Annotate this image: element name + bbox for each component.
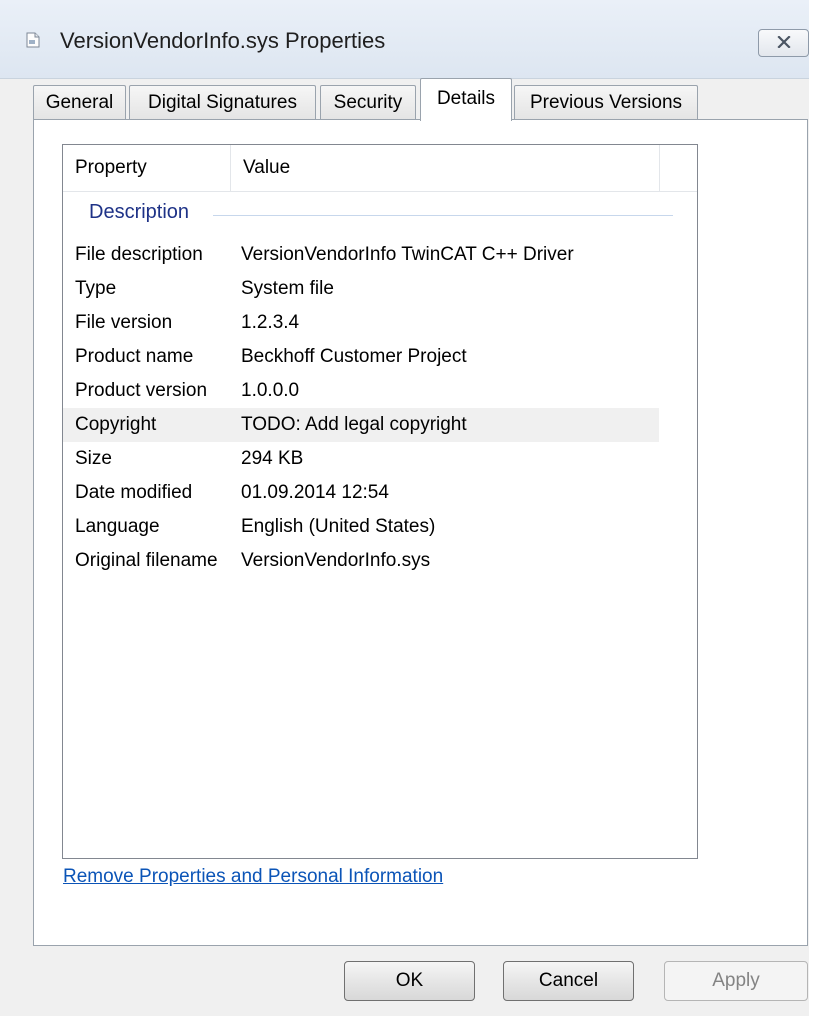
cancel-button[interactable]: Cancel bbox=[503, 961, 634, 1001]
details-panel: Property Value Description File descript… bbox=[33, 119, 808, 946]
list-item[interactable]: Original filename VersionVendorInfo.sys bbox=[63, 544, 659, 578]
window-title: VersionVendorInfo.sys Properties bbox=[60, 28, 386, 53]
tab-general[interactable]: General bbox=[33, 85, 126, 120]
group-divider bbox=[213, 215, 673, 216]
tab-details[interactable]: Details bbox=[420, 78, 512, 121]
property-value: Beckhoff Customer Project bbox=[241, 346, 467, 367]
property-name: File description bbox=[75, 244, 203, 265]
list-item[interactable]: Date modified 01.09.2014 12:54 bbox=[63, 476, 659, 510]
list-item[interactable]: Product name Beckhoff Customer Project bbox=[63, 340, 659, 374]
property-name: Product name bbox=[75, 346, 194, 367]
property-name: Size bbox=[75, 448, 112, 469]
properties-listview[interactable]: Property Value Description File descript… bbox=[62, 144, 698, 859]
background-edge bbox=[809, 0, 823, 1016]
column-header-value[interactable]: Value bbox=[231, 145, 660, 191]
title-bar: VersionVendorInfo.sys Properties bbox=[0, 0, 809, 79]
list-item[interactable]: Type System file bbox=[63, 272, 659, 306]
property-name: Type bbox=[75, 278, 117, 299]
property-value: VersionVendorInfo TwinCAT C++ Driver bbox=[241, 244, 574, 265]
property-value: 1.2.3.4 bbox=[241, 312, 300, 333]
close-button[interactable] bbox=[758, 29, 809, 57]
tab-previous-versions[interactable]: Previous Versions bbox=[514, 85, 698, 120]
ok-button[interactable]: OK bbox=[344, 961, 475, 1001]
file-icon bbox=[26, 32, 40, 48]
property-name: Date modified bbox=[75, 482, 193, 503]
remove-properties-link[interactable]: Remove Properties and Personal Informati… bbox=[63, 866, 443, 888]
list-item[interactable]: Language English (United States) bbox=[63, 510, 659, 544]
property-name: Original filename bbox=[75, 550, 218, 571]
property-value: 01.09.2014 12:54 bbox=[241, 482, 389, 503]
property-value: TODO: Add legal copyright bbox=[241, 414, 467, 435]
tab-security[interactable]: Security bbox=[320, 85, 416, 120]
property-value: System file bbox=[241, 278, 334, 299]
property-name: Product version bbox=[75, 380, 208, 401]
property-name: File version bbox=[75, 312, 173, 333]
close-icon bbox=[776, 32, 791, 54]
property-name: Copyright bbox=[75, 414, 157, 435]
property-value: 294 KB bbox=[241, 448, 304, 469]
group-label-description: Description bbox=[89, 201, 198, 224]
property-name: Language bbox=[75, 516, 160, 537]
group-header[interactable]: Description bbox=[63, 195, 697, 231]
list-item[interactable]: Product version 1.0.0.0 bbox=[63, 374, 659, 408]
column-header-property[interactable]: Property bbox=[63, 145, 231, 191]
apply-button[interactable]: Apply bbox=[664, 961, 808, 1001]
list-item[interactable]: File version 1.2.3.4 bbox=[63, 306, 659, 340]
property-value: VersionVendorInfo.sys bbox=[241, 550, 431, 571]
property-value: 1.0.0.0 bbox=[241, 380, 300, 401]
listview-header: Property Value bbox=[63, 145, 697, 192]
list-item-selected[interactable]: Copyright TODO: Add legal copyright bbox=[63, 408, 659, 442]
tab-digital-signatures[interactable]: Digital Signatures bbox=[129, 85, 316, 120]
property-value: English (United States) bbox=[241, 516, 436, 537]
tab-strip: General Digital Signatures Security Deta… bbox=[0, 78, 809, 121]
list-item[interactable]: File description VersionVendorInfo TwinC… bbox=[63, 238, 659, 272]
properties-dialog: VersionVendorInfo.sys Properties General… bbox=[0, 0, 823, 1016]
list-item[interactable]: Size 294 KB bbox=[63, 442, 659, 476]
